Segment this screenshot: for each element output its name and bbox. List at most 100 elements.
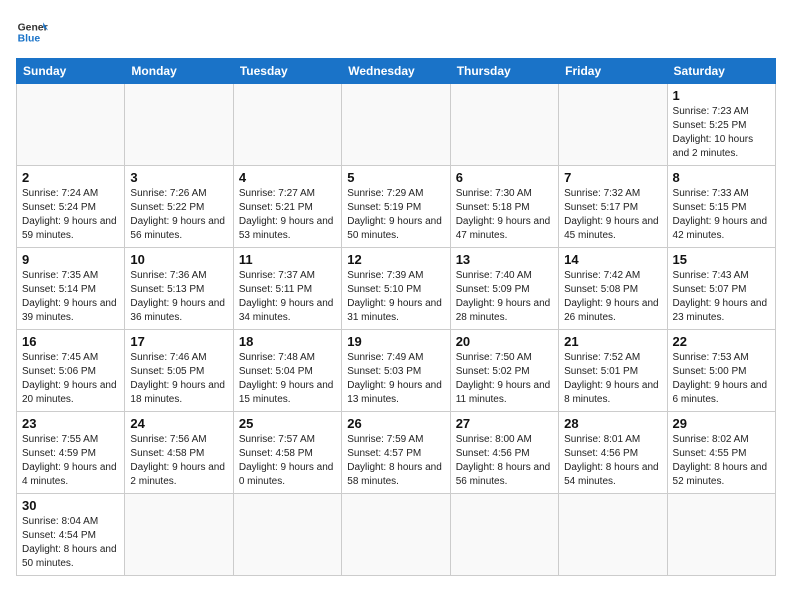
day-info: Sunrise: 7:52 AM Sunset: 5:01 PM Dayligh… [564,351,661,407]
day-number: 26 [347,416,444,431]
day-number: 30 [22,498,119,513]
calendar-cell: 18Sunrise: 7:48 AM Sunset: 5:04 PM Dayli… [233,330,341,412]
calendar-week-row: 9Sunrise: 7:35 AM Sunset: 5:14 PM Daylig… [17,248,776,330]
day-info: Sunrise: 8:04 AM Sunset: 4:54 PM Dayligh… [22,515,119,571]
logo: General Blue [16,16,48,48]
day-number: 3 [130,170,227,185]
day-number: 21 [564,334,661,349]
day-info: Sunrise: 7:27 AM Sunset: 5:21 PM Dayligh… [239,187,336,243]
calendar-cell: 3 Sunrise: 7:26 AM Sunset: 5:22 PM Daylig… [125,166,233,248]
day-info: Sunrise: 7:42 AM Sunset: 5:08 PM Dayligh… [564,269,661,325]
logo-icon: General Blue [16,16,48,48]
day-info: Sunrise: 7:35 AM Sunset: 5:14 PM Dayligh… [22,269,119,325]
day-number: 12 [347,252,444,267]
calendar-cell: 30 Sunrise: 8:04 AM Sunset: 4:54 PM Dayli… [17,494,125,576]
calendar-cell [342,494,450,576]
day-info: Sunrise: 7:55 AM Sunset: 4:59 PM Dayligh… [22,433,119,489]
calendar-cell: 11 Sunrise: 7:37 AM Sunset: 5:11 PM Dayli… [233,248,341,330]
day-number: 17 [130,334,227,349]
weekday-header-wednesday: Wednesday [342,59,450,84]
day-number: 6 [456,170,553,185]
day-info: Sunrise: 7:39 AM Sunset: 5:10 PM Dayligh… [347,269,444,325]
weekday-header-friday: Friday [559,59,667,84]
calendar-cell: 6 Sunrise: 7:30 AM Sunset: 5:18 PM Daylig… [450,166,558,248]
page-header: General Blue [16,16,776,48]
svg-text:Blue: Blue [18,34,41,45]
calendar-cell: 20 Sunrise: 7:50 AM Sunset: 5:02 PM Dayli… [450,330,558,412]
day-info: Sunrise: 7:50 AM Sunset: 5:02 PM Dayligh… [456,351,553,407]
day-info: Sunrise: 8:00 AM Sunset: 4:56 PM Dayligh… [456,433,553,489]
day-info: Sunrise: 8:01 AM Sunset: 4:56 PM Dayligh… [564,433,661,489]
day-info: Sunrise: 7:46 AM Sunset: 5:05 PM Dayligh… [130,351,227,407]
day-number: 20 [456,334,553,349]
calendar-cell: 28 Sunrise: 8:01 AM Sunset: 4:56 PM Dayli… [559,412,667,494]
weekday-header-row: SundayMondayTuesdayWednesdayThursdayFrid… [17,59,776,84]
calendar-cell: 5 Sunrise: 7:29 AM Sunset: 5:19 PM Daylig… [342,166,450,248]
calendar-cell: 9Sunrise: 7:35 AM Sunset: 5:14 PM Daylig… [17,248,125,330]
day-info: Sunrise: 7:45 AM Sunset: 5:06 PM Dayligh… [22,351,119,407]
calendar-cell: 15 Sunrise: 7:43 AM Sunset: 5:07 PM Dayli… [667,248,775,330]
weekday-header-sunday: Sunday [17,59,125,84]
day-info: Sunrise: 7:29 AM Sunset: 5:19 PM Dayligh… [347,187,444,243]
weekday-header-thursday: Thursday [450,59,558,84]
calendar-week-row: 2 Sunrise: 7:24 AM Sunset: 5:24 PM Daylig… [17,166,776,248]
day-number: 29 [673,416,770,431]
calendar-cell: 10Sunrise: 7:36 AM Sunset: 5:13 PM Dayli… [125,248,233,330]
day-info: Sunrise: 7:37 AM Sunset: 5:11 PM Dayligh… [239,269,336,325]
calendar-cell [125,84,233,166]
calendar-cell: 13Sunrise: 7:40 AM Sunset: 5:09 PM Dayli… [450,248,558,330]
calendar-cell [342,84,450,166]
calendar-cell: 17 Sunrise: 7:46 AM Sunset: 5:05 PM Dayli… [125,330,233,412]
calendar-cell: 12 Sunrise: 7:39 AM Sunset: 5:10 PM Dayli… [342,248,450,330]
calendar-cell [559,494,667,576]
calendar-cell [450,494,558,576]
calendar-cell: 22 Sunrise: 7:53 AM Sunset: 5:00 PM Dayli… [667,330,775,412]
day-info: Sunrise: 7:57 AM Sunset: 4:58 PM Dayligh… [239,433,336,489]
day-number: 22 [673,334,770,349]
calendar-cell: 2 Sunrise: 7:24 AM Sunset: 5:24 PM Daylig… [17,166,125,248]
calendar-cell [125,494,233,576]
day-number: 24 [130,416,227,431]
day-info: Sunrise: 7:24 AM Sunset: 5:24 PM Dayligh… [22,187,119,243]
day-number: 15 [673,252,770,267]
day-number: 25 [239,416,336,431]
calendar-cell [667,494,775,576]
calendar-cell [233,84,341,166]
day-info: Sunrise: 7:49 AM Sunset: 5:03 PM Dayligh… [347,351,444,407]
day-number: 28 [564,416,661,431]
calendar-cell: 1 Sunrise: 7:23 AM Sunset: 5:25 PM Daylig… [667,84,775,166]
calendar-cell: 24 Sunrise: 7:56 AM Sunset: 4:58 PM Dayli… [125,412,233,494]
calendar-cell: 27Sunrise: 8:00 AM Sunset: 4:56 PM Dayli… [450,412,558,494]
day-number: 7 [564,170,661,185]
day-number: 5 [347,170,444,185]
day-number: 2 [22,170,119,185]
day-info: Sunrise: 7:43 AM Sunset: 5:07 PM Dayligh… [673,269,770,325]
day-info: Sunrise: 8:02 AM Sunset: 4:55 PM Dayligh… [673,433,770,489]
calendar-week-row: 30 Sunrise: 8:04 AM Sunset: 4:54 PM Dayli… [17,494,776,576]
calendar-cell: 19 Sunrise: 7:49 AM Sunset: 5:03 PM Dayli… [342,330,450,412]
day-info: Sunrise: 7:48 AM Sunset: 5:04 PM Dayligh… [239,351,336,407]
day-number: 11 [239,252,336,267]
day-number: 1 [673,88,770,103]
calendar-cell: 7 Sunrise: 7:32 AM Sunset: 5:17 PM Daylig… [559,166,667,248]
day-info: Sunrise: 7:23 AM Sunset: 5:25 PM Dayligh… [673,105,770,161]
day-info: Sunrise: 7:32 AM Sunset: 5:17 PM Dayligh… [564,187,661,243]
day-info: Sunrise: 7:36 AM Sunset: 5:13 PM Dayligh… [130,269,227,325]
day-info: Sunrise: 7:56 AM Sunset: 4:58 PM Dayligh… [130,433,227,489]
day-info: Sunrise: 7:40 AM Sunset: 5:09 PM Dayligh… [456,269,553,325]
day-info: Sunrise: 7:30 AM Sunset: 5:18 PM Dayligh… [456,187,553,243]
calendar-cell: 21 Sunrise: 7:52 AM Sunset: 5:01 PM Dayli… [559,330,667,412]
day-info: Sunrise: 7:53 AM Sunset: 5:00 PM Dayligh… [673,351,770,407]
day-number: 19 [347,334,444,349]
day-info: Sunrise: 7:26 AM Sunset: 5:22 PM Dayligh… [130,187,227,243]
day-number: 23 [22,416,119,431]
day-number: 14 [564,252,661,267]
calendar-cell: 23 Sunrise: 7:55 AM Sunset: 4:59 PM Dayli… [17,412,125,494]
calendar-cell: 16 Sunrise: 7:45 AM Sunset: 5:06 PM Dayli… [17,330,125,412]
day-info: Sunrise: 7:59 AM Sunset: 4:57 PM Dayligh… [347,433,444,489]
calendar-week-row: 16 Sunrise: 7:45 AM Sunset: 5:06 PM Dayli… [17,330,776,412]
day-number: 4 [239,170,336,185]
day-number: 8 [673,170,770,185]
day-number: 16 [22,334,119,349]
calendar-cell: 4 Sunrise: 7:27 AM Sunset: 5:21 PM Daylig… [233,166,341,248]
